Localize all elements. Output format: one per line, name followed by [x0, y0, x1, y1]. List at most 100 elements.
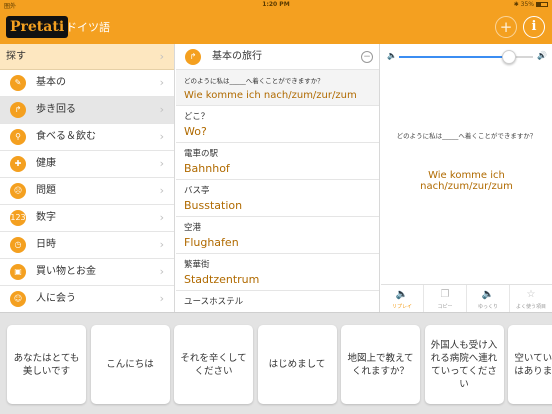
sidebar-item[interactable]: ✚ 健康 › [0, 151, 174, 178]
sidebar-item-label: 食べる＆飲む [36, 131, 96, 142]
people-icon: ☺ [10, 291, 26, 307]
phrase-japanese: どのように私は_____へ着くことができますか？ [184, 77, 324, 85]
detail-german: Wie komme ich nach/zum/zur/zum [420, 170, 513, 192]
phrase-row[interactable]: 電車の駅 Bahnhof [176, 143, 379, 180]
phrase-japanese: バス亭 [184, 186, 210, 196]
phrase-german: Busstation [184, 199, 243, 212]
star-button[interactable]: ☆ よく使う項目 [510, 285, 552, 313]
info-icon: i [531, 19, 537, 34]
plus-icon: + [499, 18, 513, 36]
sidebar-item-label: 買い物とお金 [36, 266, 96, 277]
quick-phrase-tray: あなたはとても美しいです こんにちは それを辛くしてください はじめまして 地図上で教え… [0, 312, 552, 414]
sidebar-item[interactable]: 123 数字 › [0, 205, 174, 232]
search-row[interactable]: 探す › [0, 44, 174, 70]
app-header: Pretati ドイツ語 + i [0, 10, 552, 44]
bluetooth-icon: ✱ [513, 1, 519, 8]
chevron-right-icon: › [159, 238, 164, 251]
slow-speaker-button[interactable]: 🔈 ゆっくり [467, 285, 510, 313]
phrase-row[interactable]: 空港 Flughafen [176, 217, 379, 254]
chevron-right-icon: › [159, 211, 164, 224]
phrase-list-header: ↱ 基本の旅行 − [176, 44, 379, 70]
speaker-icon: 🔈 [395, 289, 409, 300]
phrase-german: Flughafen [184, 236, 239, 249]
sidebar-item-label: 人に会う [36, 293, 76, 304]
health-icon: ✚ [10, 156, 26, 172]
phrase-japanese: ユースホステル [184, 297, 244, 307]
quick-phrase-card[interactable]: それを辛くしてください [174, 325, 253, 404]
sidebar-item[interactable]: ↱ 歩き回る › [0, 97, 174, 124]
chevron-right-icon: › [159, 76, 164, 89]
chevron-right-icon: › [159, 103, 164, 116]
shopping-bag-icon: ▣ [10, 264, 26, 280]
chevron-right-icon: › [159, 292, 164, 305]
action-label: リプレイ [391, 304, 412, 310]
collapse-button[interactable]: − [361, 51, 373, 63]
volume-fill [399, 56, 509, 58]
category-list: 探す › ✎ 基本の › ↱ 歩き回る › ⚲ 食べる＆飲む › ✚ 健康 › ☹ 問題 › 123 数字 › ◷ 日… [0, 44, 175, 312]
slow-speaker-icon: 🔈 [481, 289, 495, 300]
star-icon: ☆ [526, 289, 536, 300]
detail-japanese: どのように私は_____へ着くことができますか？ [396, 132, 537, 140]
chevron-right-icon: › [159, 265, 164, 278]
phrase-japanese: 電車の駅 [184, 149, 219, 159]
language-title: ドイツ語 [66, 21, 110, 34]
phrase-german: Stadtzentrum [184, 273, 260, 286]
action-label: よく使う項目 [515, 304, 546, 310]
action-label: コピー [437, 304, 453, 310]
volume-low-icon: 🔈 [387, 51, 397, 60]
quick-phrase-card[interactable]: 外国人も受け入れる病院へ連れていってください [424, 325, 504, 404]
add-button[interactable]: + [495, 16, 517, 38]
action-bar: 🔈 リプレイ ❐ コピー 🔈 ゆっくり ☆ よく使う項目 [381, 284, 552, 313]
phrase-list: ↱ 基本の旅行 − どのように私は_____へ着くことができますか？ Wie ko… [176, 44, 380, 312]
volume-slider[interactable]: 🔈 🔊 [387, 50, 547, 64]
sidebar-item[interactable]: ◷ 日時 › [0, 232, 174, 259]
sidebar-item[interactable]: ▣ 買い物とお金 › [0, 259, 174, 286]
quick-phrase-card[interactable]: 空いている部屋はありますか？ [508, 325, 552, 404]
quick-phrase-card[interactable]: あなたはとても美しいです [7, 325, 86, 404]
action-label: ゆっくり [477, 304, 498, 310]
sidebar-item[interactable]: ⚲ 食べる＆飲む › [0, 124, 174, 151]
quick-phrase-card[interactable]: こんにちは [90, 325, 170, 404]
clock-label: 1:20 PM [262, 1, 290, 8]
volume-track [399, 50, 533, 64]
chevron-right-icon: › [159, 184, 164, 197]
app-logo: Pretati [6, 16, 69, 38]
walk-arrow-icon: ↱ [10, 102, 26, 118]
search-label: 探す [6, 51, 26, 62]
phrase-japanese: どこ？ [184, 112, 210, 122]
quick-phrase-card[interactable]: 地図上で教えてくれますか？ [341, 325, 420, 404]
phrase-row[interactable]: どのように私は_____へ着くことができますか？ Wie komme ich na… [176, 70, 379, 106]
phrase-german: Bahnhof [184, 162, 230, 175]
fork-knife-icon: ⚲ [10, 129, 26, 145]
copy-button[interactable]: ❐ コピー [424, 285, 467, 313]
broom-icon: ✎ [10, 75, 26, 91]
battery-indicator: ✱ 35% [514, 1, 548, 8]
chevron-right-icon: › [159, 50, 164, 63]
sidebar-item[interactable]: ☹ 問題 › [0, 178, 174, 205]
phrase-japanese: 繁華街 [184, 260, 210, 270]
sad-face-icon: ☹ [10, 183, 26, 199]
sidebar-item-label: 歩き回る [36, 104, 76, 115]
phrase-row[interactable]: どこ？ Wo? [176, 106, 379, 143]
speaker-button[interactable]: 🔈 リプレイ [381, 285, 424, 313]
phrase-japanese: 空港 [184, 223, 202, 233]
sidebar-item[interactable]: ✎ 基本の › [0, 70, 174, 97]
volume-thumb[interactable] [501, 50, 516, 64]
sidebar-item-label: 数字 [36, 212, 56, 223]
phrase-list-title: 基本の旅行 [212, 51, 262, 62]
status-bar: 圏外 1:20 PM ✱ 35% [0, 0, 552, 10]
sidebar-item-label: 問題 [36, 185, 56, 196]
info-button[interactable]: i [523, 16, 545, 38]
quick-phrase-card[interactable]: はじめまして [257, 325, 337, 404]
phrase-row[interactable]: バス亭 Busstation [176, 180, 379, 217]
phrase-row[interactable]: ユースホステル [176, 291, 379, 312]
chevron-right-icon: › [159, 157, 164, 170]
phrase-german: Wie komme ich nach/zum/zur/zum [184, 90, 357, 101]
chevron-right-icon: › [159, 130, 164, 143]
copy-icon: ❐ [440, 289, 450, 300]
phrase-row[interactable]: 繁華街 Stadtzentrum [176, 254, 379, 291]
clock-icon: ◷ [10, 237, 26, 253]
numbers-icon: 123 [10, 210, 26, 226]
phrase-detail: 🔈 🔊 どのように私は_____へ着くことができますか？ Wie komme i… [381, 44, 552, 313]
sidebar-item[interactable]: ☺ 人に会う › [0, 286, 174, 312]
